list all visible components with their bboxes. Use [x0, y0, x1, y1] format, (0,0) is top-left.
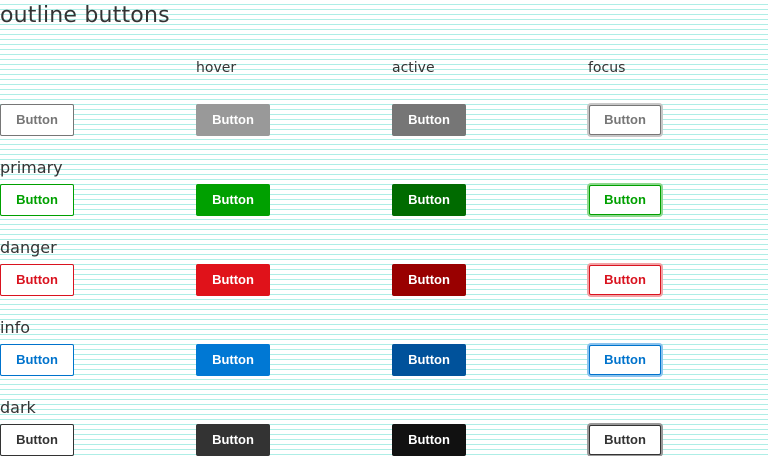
page-title: outline buttons	[0, 3, 170, 28]
default-normal-button[interactable]: Button	[0, 104, 74, 136]
dark-focus-button[interactable]: Button	[589, 425, 661, 455]
danger-focus-button[interactable]: Button	[589, 265, 661, 295]
row-label-primary: primary	[0, 158, 63, 177]
info-normal-button[interactable]: Button	[0, 344, 74, 376]
dark-normal-button[interactable]: Button	[0, 424, 74, 456]
default-active-button[interactable]: Button	[392, 104, 466, 136]
primary-focus-button[interactable]: Button	[589, 185, 661, 215]
default-hover-button[interactable]: Button	[196, 104, 270, 136]
danger-normal-button[interactable]: Button	[0, 264, 74, 296]
row-label-dark: dark	[0, 398, 36, 417]
primary-normal-button[interactable]: Button	[0, 184, 74, 216]
info-hover-button[interactable]: Button	[196, 344, 270, 376]
dark-active-button[interactable]: Button	[392, 424, 466, 456]
primary-hover-button[interactable]: Button	[196, 184, 270, 216]
dark-hover-button[interactable]: Button	[196, 424, 270, 456]
column-header-focus: focus	[588, 60, 626, 76]
column-header-active: active	[392, 60, 435, 76]
info-focus-button[interactable]: Button	[589, 345, 661, 375]
column-header-hover: hover	[196, 60, 237, 76]
row-label-danger: danger	[0, 238, 57, 257]
danger-hover-button[interactable]: Button	[196, 264, 270, 296]
default-focus-button[interactable]: Button	[589, 105, 661, 135]
danger-active-button[interactable]: Button	[392, 264, 466, 296]
info-active-button[interactable]: Button	[392, 344, 466, 376]
primary-active-button[interactable]: Button	[392, 184, 466, 216]
row-label-info: info	[0, 318, 31, 337]
